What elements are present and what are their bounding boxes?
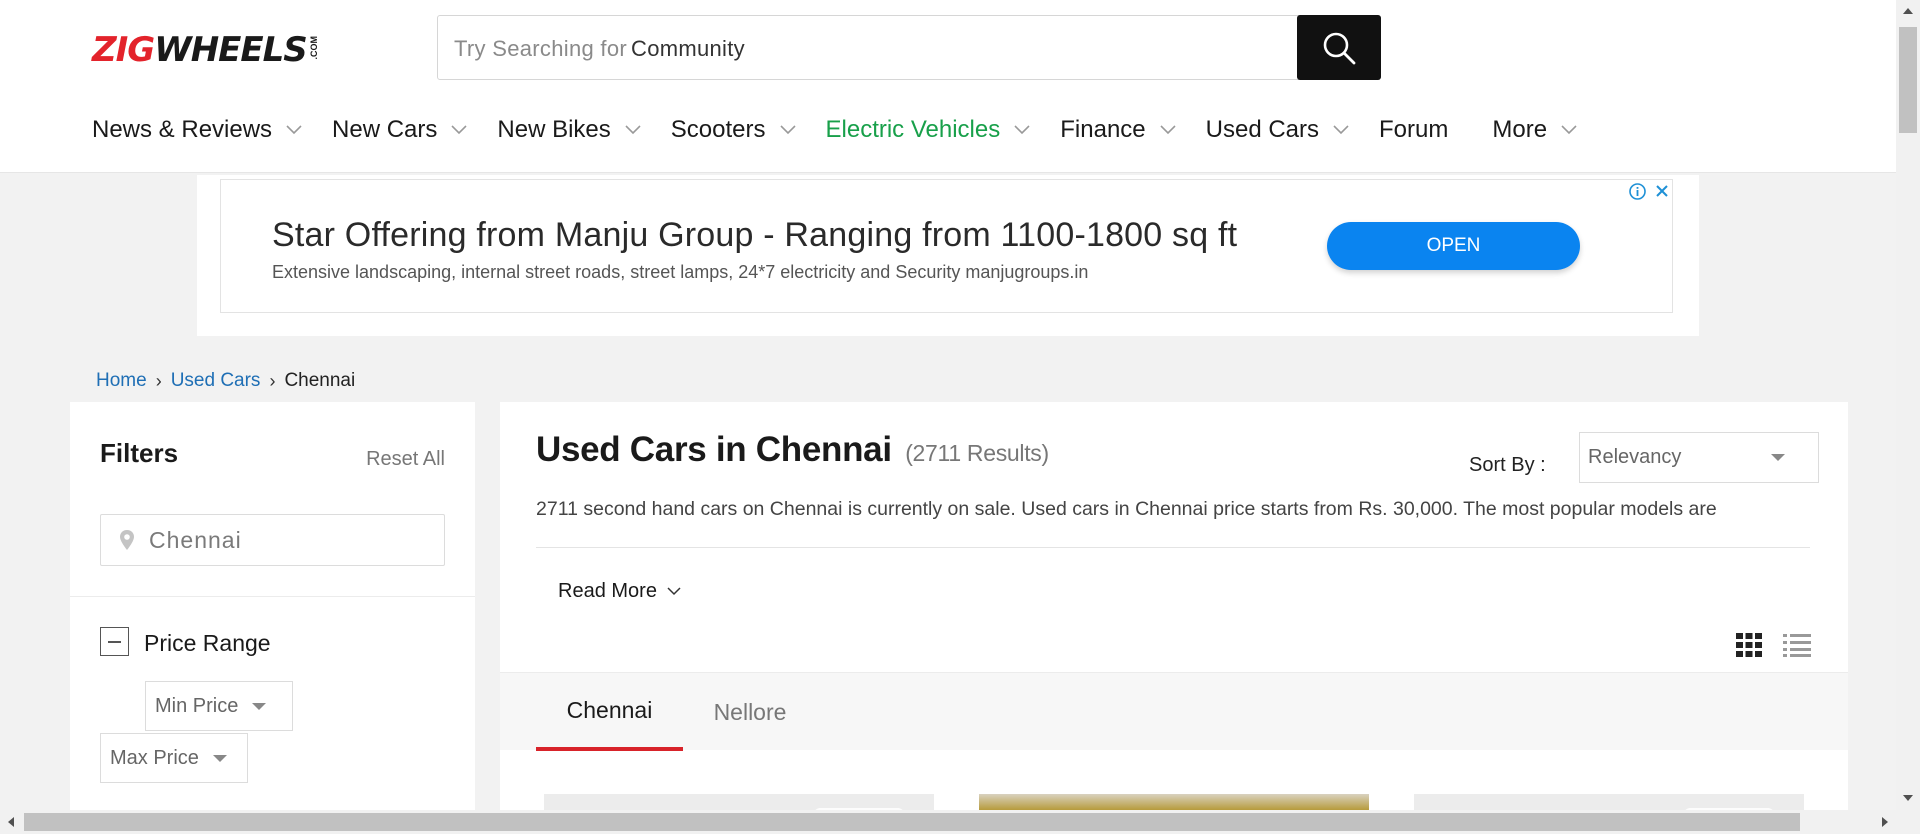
chevron-down-icon — [286, 125, 302, 135]
breadcrumb: Home › Used Cars › Chennai — [96, 370, 355, 392]
breadcrumb-used-cars[interactable]: Used Cars — [171, 370, 261, 392]
ad-banner[interactable]: Star Offering from Manju Group - Ranging… — [220, 179, 1673, 313]
site-header: ZIG WHEELS .COM Try Searching for Communi… — [0, 0, 1896, 173]
horizontal-scroll-thumb[interactable] — [24, 813, 1800, 831]
reset-all-button[interactable]: Reset All — [366, 448, 445, 471]
nav-label: News & Reviews — [92, 116, 273, 143]
breadcrumb-home[interactable]: Home — [96, 370, 147, 392]
ad-choices — [1627, 181, 1672, 201]
logo-text-red: ZIG — [92, 30, 155, 70]
scroll-down-arrow-icon[interactable] — [1903, 795, 1913, 801]
nav-new-bikes[interactable]: New Bikes — [497, 116, 641, 144]
caret-down-icon — [212, 754, 227, 762]
breadcrumb-separator: › — [269, 370, 276, 391]
nav-used-cars[interactable]: Used Cars — [1206, 116, 1349, 144]
ad-open-button[interactable]: OPEN — [1327, 222, 1580, 270]
divider — [70, 596, 475, 597]
search-box[interactable]: Try Searching for Community — [437, 15, 1381, 80]
search-placeholder: Try Searching for — [454, 36, 628, 61]
city-tabs: Chennai Nellore — [500, 672, 1848, 751]
sort-select[interactable]: Relevancy — [1579, 432, 1819, 483]
sort-label: Sort By : — [1469, 454, 1546, 476]
price-range-collapse-toggle[interactable] — [100, 627, 129, 656]
nav-label: Used Cars — [1205, 116, 1320, 143]
search-input[interactable]: Try Searching for Community — [454, 36, 745, 62]
list-view-icon[interactable] — [1783, 633, 1811, 657]
sort-value: Relevancy — [1588, 446, 1682, 468]
nav-new-cars[interactable]: New Cars — [332, 116, 467, 144]
nav-label: Electric Vehicles — [825, 116, 1001, 143]
chevron-down-icon — [1014, 125, 1030, 135]
divider — [536, 547, 1810, 548]
min-price-label: Min Price — [155, 694, 239, 717]
nav-electric-vehicles[interactable]: Electric Vehicles — [826, 116, 1031, 144]
nav-forum[interactable]: Forum — [1379, 116, 1448, 144]
info-icon[interactable] — [1627, 181, 1648, 201]
nav-scooters[interactable]: Scooters — [671, 116, 796, 144]
chevron-down-icon — [1333, 125, 1349, 135]
scroll-left-arrow-icon[interactable] — [8, 817, 14, 827]
ad-container: Star Offering from Manju Group - Ranging… — [197, 175, 1699, 336]
logo-suffix: .COM — [308, 36, 319, 60]
nav-label: Forum — [1379, 116, 1449, 143]
nav-label: New Cars — [332, 116, 438, 143]
nav-more[interactable]: More — [1492, 116, 1577, 144]
scroll-right-arrow-icon[interactable] — [1882, 817, 1888, 827]
nav-news-reviews[interactable]: News & Reviews — [92, 116, 302, 144]
chevron-down-icon — [1160, 125, 1176, 135]
tab-chennai[interactable]: Chennai — [536, 673, 683, 751]
logo-text-dark: WHEELS — [154, 30, 308, 70]
filters-title: Filters — [100, 438, 179, 468]
zigwheels-logo[interactable]: ZIG WHEELS .COM — [92, 32, 319, 68]
max-price-select[interactable]: Max Price — [100, 733, 248, 783]
price-range-label: Price Range — [144, 630, 271, 656]
city-field[interactable]: Chennai — [100, 514, 445, 566]
page-title: Used Cars in Chennai (2711 Results) — [536, 430, 1049, 470]
search-button[interactable] — [1297, 15, 1381, 80]
grid-view-icon[interactable] — [1736, 633, 1762, 657]
chevron-down-icon — [667, 587, 681, 596]
breadcrumb-separator: › — [155, 370, 162, 391]
caret-down-icon — [252, 702, 267, 710]
nav-finance[interactable]: Finance — [1060, 116, 1176, 144]
filters-panel: Filters Reset All Chennai Price Range Mi… — [70, 402, 475, 834]
main-nav: News & Reviews New Cars New Bikes Scoote… — [92, 110, 1607, 150]
breadcrumb-current: Chennai — [284, 370, 356, 391]
ad-title[interactable]: Star Offering from Manju Group - Ranging… — [272, 216, 1237, 255]
min-price-select[interactable]: Min Price — [145, 681, 293, 731]
chevron-down-icon — [451, 125, 467, 135]
result-count: (2711 Results) — [905, 440, 1049, 466]
caret-down-icon — [1771, 454, 1785, 461]
nav-label: Scooters — [670, 116, 766, 143]
nav-label: More — [1492, 116, 1548, 143]
scroll-up-arrow-icon[interactable] — [1903, 8, 1913, 14]
listing-description: 2711 second hand cars on Chennai is curr… — [536, 498, 1717, 520]
nav-label: New Bikes — [497, 116, 611, 143]
search-icon — [1323, 32, 1356, 64]
chevron-down-icon — [1561, 125, 1577, 135]
page-title-text: Used Cars in Chennai — [536, 430, 892, 469]
nav-label: Finance — [1060, 116, 1146, 143]
chevron-down-icon — [625, 125, 641, 135]
city-value: Chennai — [149, 526, 242, 553]
tab-nellore[interactable]: Nellore — [683, 673, 817, 751]
max-price-label: Max Price — [110, 746, 199, 769]
location-pin-icon — [120, 530, 134, 550]
close-icon[interactable] — [1651, 181, 1672, 201]
search-rotating-term: Community — [631, 36, 745, 61]
read-more-label: Read More — [558, 580, 657, 602]
vertical-scroll-thumb[interactable] — [1899, 27, 1917, 133]
ad-subtitle: Extensive landscaping, internal street r… — [272, 262, 1089, 282]
read-more-button[interactable]: Read More — [558, 580, 681, 603]
results-panel: Used Cars in Chennai (2711 Results) Sort… — [500, 402, 1848, 834]
chevron-down-icon — [779, 125, 796, 135]
